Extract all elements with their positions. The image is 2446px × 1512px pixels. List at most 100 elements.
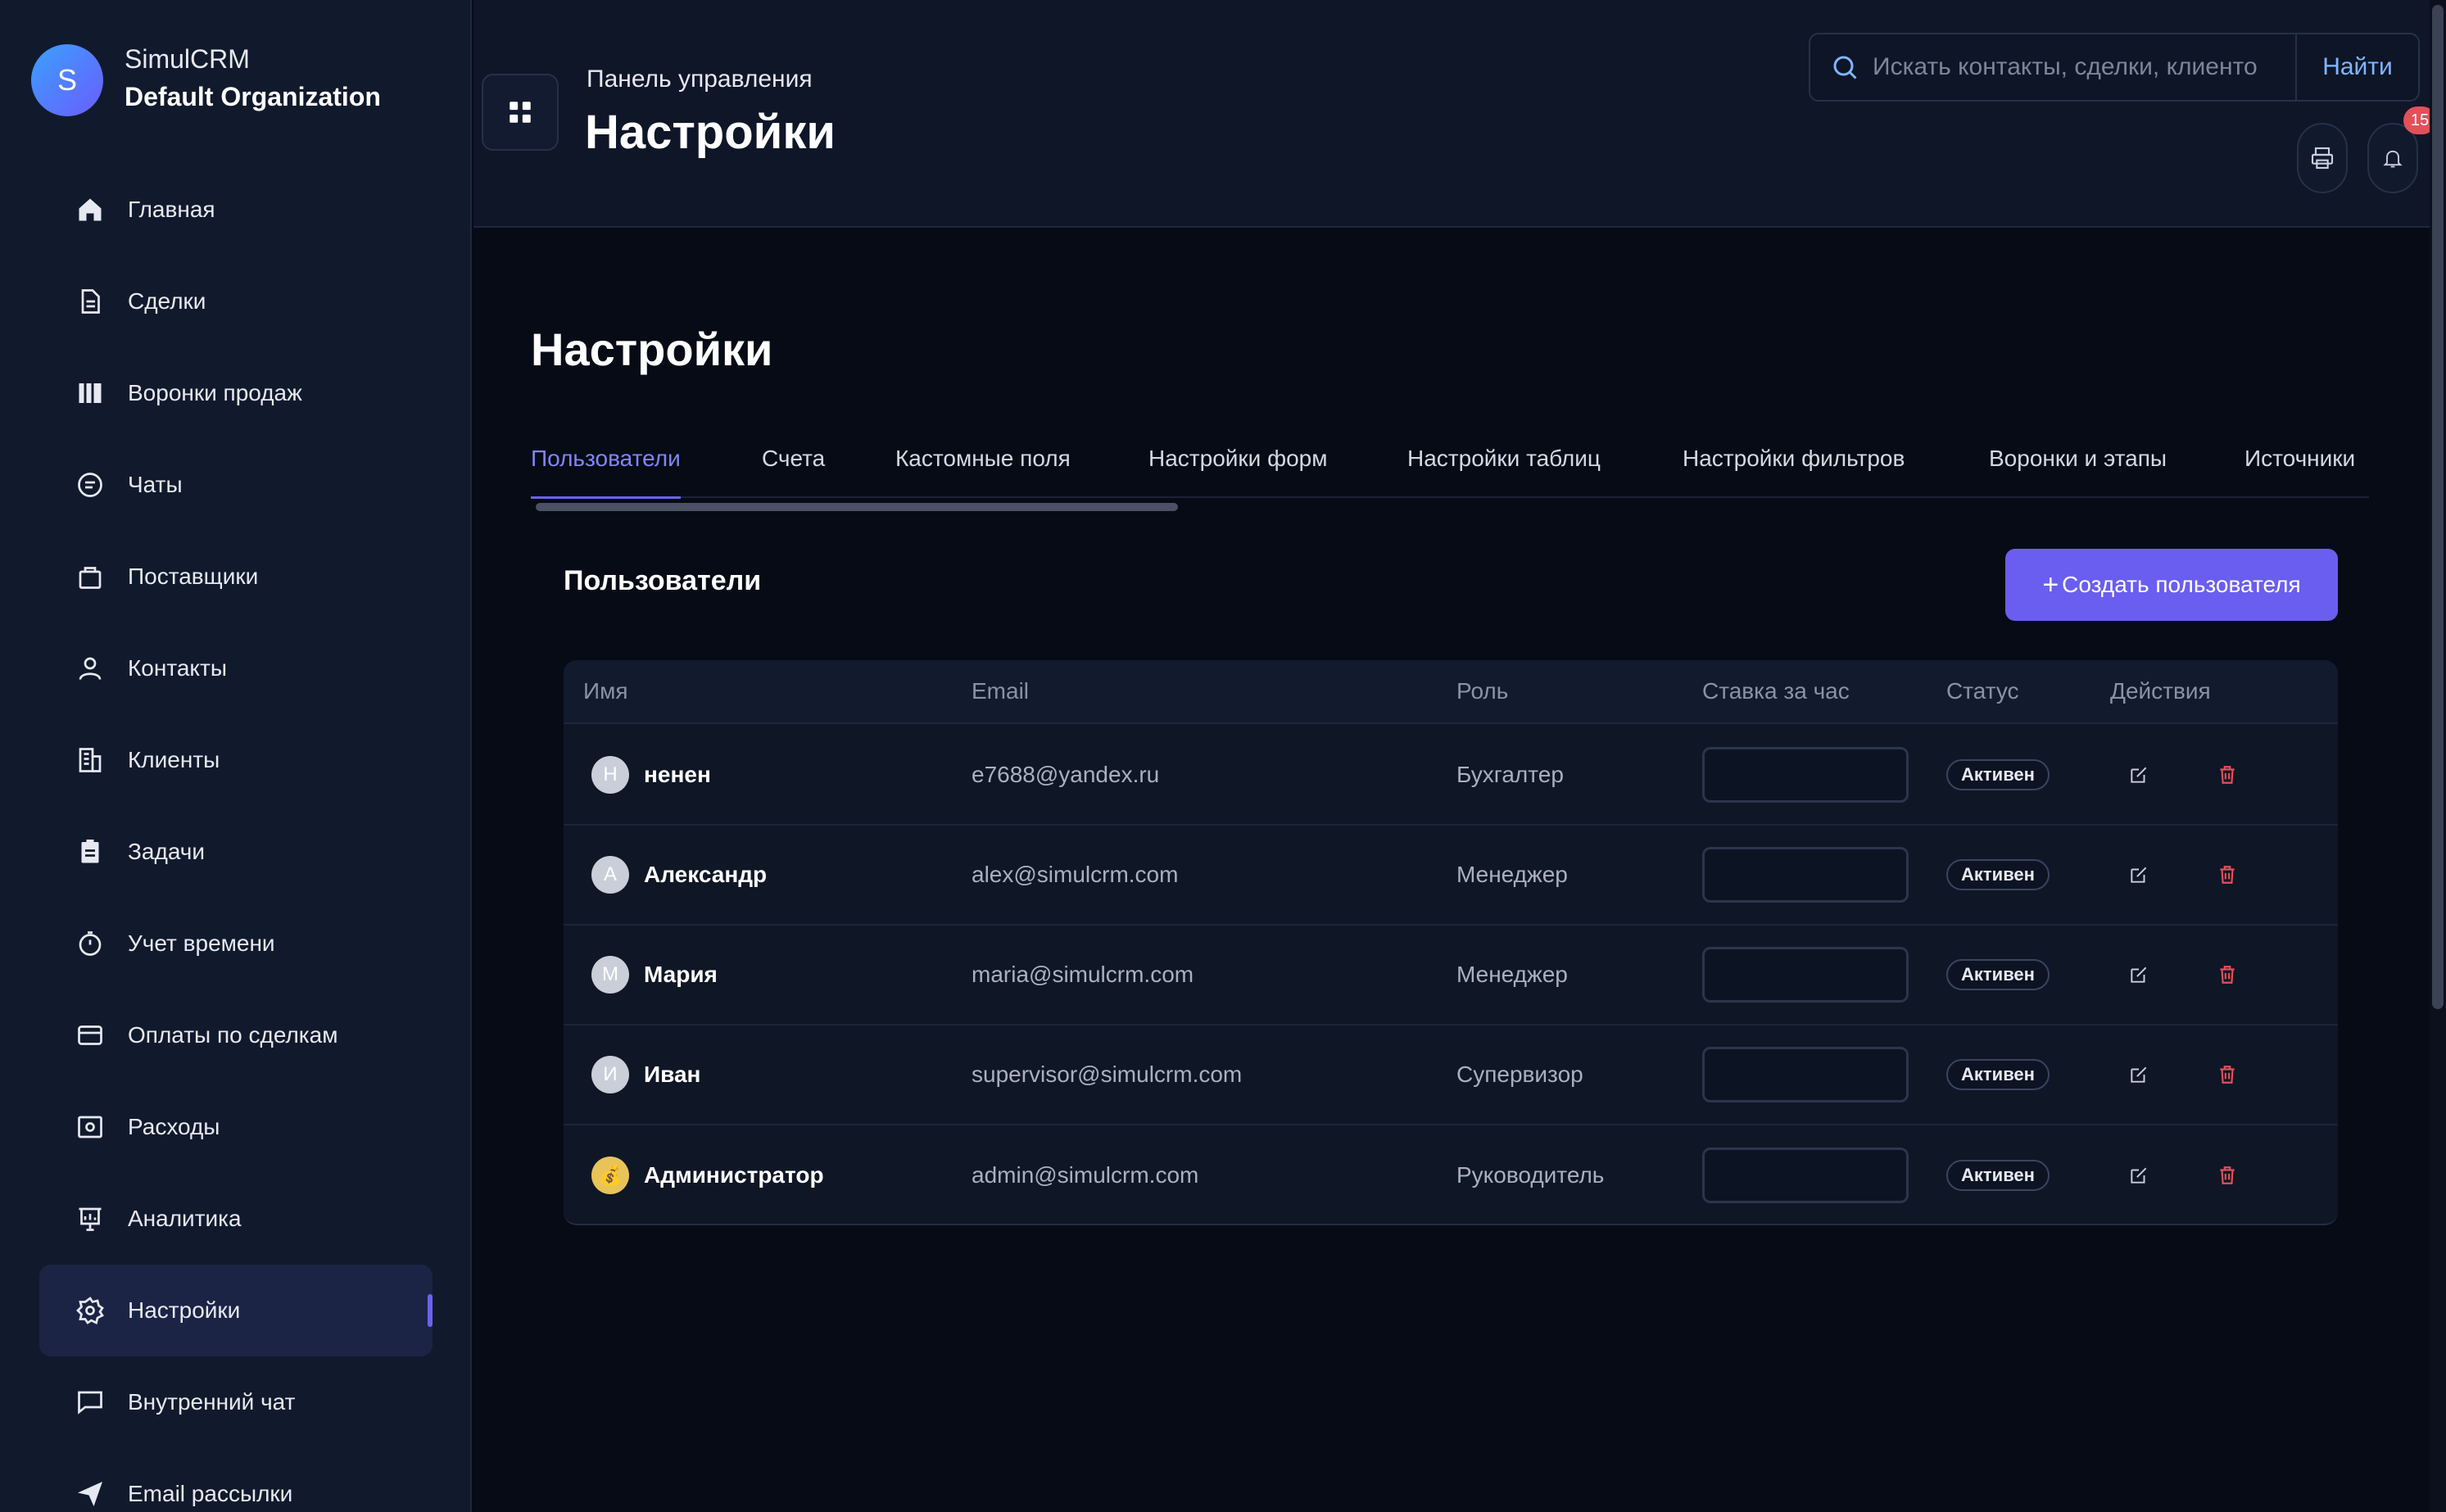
user-name: Администратор	[644, 1162, 824, 1188]
tab-form-settings[interactable]: Настройки форм	[1148, 442, 1328, 498]
create-user-button[interactable]: + Создать пользователя	[2005, 549, 2338, 621]
edit-icon[interactable]	[2128, 764, 2149, 785]
top-header: Панель управления Настройки Найти	[473, 0, 2430, 228]
delete-icon[interactable]	[2217, 1064, 2238, 1085]
column-header-status[interactable]: Статус	[1946, 678, 2019, 704]
sidebar-item-label: Воронки продаж	[128, 380, 302, 405]
plus-icon: +	[2042, 568, 2059, 600]
edit-icon[interactable]	[2128, 864, 2149, 885]
sidebar-item-label: Оплаты по сделкам	[128, 1022, 338, 1048]
page-title: Настройки	[531, 324, 773, 375]
delete-icon[interactable]	[2217, 764, 2238, 785]
delete-icon[interactable]	[2217, 1165, 2238, 1186]
search-button[interactable]: Найти	[2295, 34, 2418, 100]
sidebar-item-home[interactable]: Главная	[39, 164, 433, 256]
tab-custom-fields[interactable]: Кастомные поля	[895, 442, 1071, 498]
user-name: Иван	[644, 1062, 701, 1087]
column-header-name[interactable]: Имя	[583, 678, 628, 704]
tab-filter-settings[interactable]: Настройки фильтров	[1683, 442, 1905, 498]
printer-icon	[2311, 147, 2334, 170]
gear-icon	[75, 1296, 105, 1325]
brand-logo: S	[31, 44, 103, 116]
column-header-actions: Действия	[2110, 678, 2211, 704]
pipeline-icon	[75, 378, 105, 408]
apps-grid-button[interactable]	[482, 74, 559, 151]
sidebar-item-label: Расходы	[128, 1114, 220, 1139]
user-email: maria@simulcrm.com	[972, 962, 1194, 987]
hourly-rate-input[interactable]	[1702, 947, 1909, 1003]
sidebar-item-email-campaigns[interactable]: Email рассылки	[39, 1448, 433, 1512]
sidebar-item-label: Контакты	[128, 655, 227, 681]
sidebar-item-suppliers[interactable]: Поставщики	[39, 531, 433, 622]
sidebar-item-label: Клиенты	[128, 747, 220, 772]
organization-name: Default Organization	[125, 82, 381, 111]
table-row: М Мария maria@simulcrm.com Менеджер Акти…	[564, 926, 2338, 1025]
hourly-rate-input[interactable]	[1702, 1148, 1909, 1203]
bag-icon	[75, 562, 105, 591]
page-header-title: Настройки	[585, 106, 836, 159]
sidebar-item-label: Email рассылки	[128, 1481, 293, 1506]
avatar: М	[591, 956, 629, 994]
sidebar-item-label: Поставщики	[128, 564, 259, 589]
table-row: 💰 Администратор admin@simulcrm.com Руков…	[564, 1125, 2338, 1224]
user-role: Менеджер	[1456, 862, 1568, 887]
user-email: admin@simulcrm.com	[972, 1162, 1199, 1188]
sidebar-item-time-tracking[interactable]: Учет времени	[39, 898, 433, 989]
printer-button[interactable]	[2297, 123, 2348, 193]
sidebar-item-label: Чаты	[128, 472, 183, 497]
column-header-hourly-rate[interactable]: Ставка за час	[1702, 678, 1850, 704]
hourly-rate-input[interactable]	[1702, 1047, 1909, 1102]
edit-icon[interactable]	[2128, 1165, 2149, 1186]
tab-sources[interactable]: Источники	[2244, 442, 2355, 498]
status-badge: Активен	[1946, 1059, 2050, 1090]
sidebar-item-analytics[interactable]: Аналитика	[39, 1173, 433, 1265]
sidebar-item-deal-payments[interactable]: Оплаты по сделкам	[39, 989, 433, 1081]
avatar: Н	[591, 756, 629, 794]
sidebar-item-tasks[interactable]: Задачи	[39, 806, 433, 898]
users-section-title: Пользователи	[564, 565, 762, 596]
sidebar-item-label: Сделки	[128, 288, 206, 314]
user-email: alex@simulcrm.com	[972, 862, 1179, 887]
stopwatch-icon	[75, 929, 105, 958]
sidebar-item-internal-chat[interactable]: Внутренний чат	[39, 1356, 433, 1448]
hourly-rate-input[interactable]	[1702, 847, 1909, 903]
sidebar-item-label: Главная	[128, 197, 215, 222]
sidebar-nav: Главная Сделки Воронки продаж Чаты Поста…	[39, 164, 433, 1512]
tab-users[interactable]: Пользователи	[531, 442, 681, 499]
users-table: Имя Email Роль Ставка за час Статус Дейс…	[564, 660, 2338, 1225]
global-search: Найти	[1809, 33, 2420, 102]
sidebar-item-deals[interactable]: Сделки	[39, 256, 433, 347]
edit-icon[interactable]	[2128, 1064, 2149, 1085]
brand[interactable]: S SimulCRM Default Organization	[31, 43, 381, 118]
column-header-role[interactable]: Роль	[1456, 678, 1508, 704]
settings-tabs: Пользователи Счета Кастомные поля Настро…	[531, 442, 2369, 499]
page-scrollbar-thumb[interactable]	[2432, 5, 2444, 1009]
user-email: supervisor@simulcrm.com	[972, 1062, 1243, 1087]
tabs-scrollbar[interactable]	[536, 503, 1178, 511]
hourly-rate-input[interactable]	[1702, 747, 1909, 803]
table-row: И Иван supervisor@simulcrm.com Супервизо…	[564, 1025, 2338, 1125]
sidebar-item-clients[interactable]: Клиенты	[39, 714, 433, 806]
sidebar-item-contacts[interactable]: Контакты	[39, 622, 433, 714]
tab-table-settings[interactable]: Настройки таблиц	[1407, 442, 1601, 498]
edit-icon[interactable]	[2128, 964, 2149, 985]
building-icon	[75, 745, 105, 775]
delete-icon[interactable]	[2217, 864, 2238, 885]
presentation-chart-icon	[75, 1204, 105, 1234]
sidebar-item-expenses[interactable]: Расходы	[39, 1081, 433, 1173]
delete-icon[interactable]	[2217, 964, 2238, 985]
chat-icon	[75, 470, 105, 500]
sidebar-item-chats[interactable]: Чаты	[39, 439, 433, 531]
sidebar-item-pipelines[interactable]: Воронки продаж	[39, 347, 433, 439]
notifications-button[interactable]	[2367, 123, 2418, 193]
user-icon	[75, 654, 105, 683]
search-input[interactable]	[1873, 53, 2295, 81]
sidebar-item-settings[interactable]: Настройки	[39, 1265, 433, 1356]
tab-pipelines-stages[interactable]: Воронки и этапы	[1989, 442, 2167, 498]
breadcrumb[interactable]: Панель управления	[587, 66, 813, 93]
column-header-email[interactable]: Email	[972, 678, 1029, 704]
tab-accounts[interactable]: Счета	[762, 442, 825, 498]
sidebar-item-label: Учет времени	[128, 930, 275, 956]
clipboard-icon	[75, 837, 105, 867]
user-role: Супервизор	[1456, 1062, 1583, 1087]
